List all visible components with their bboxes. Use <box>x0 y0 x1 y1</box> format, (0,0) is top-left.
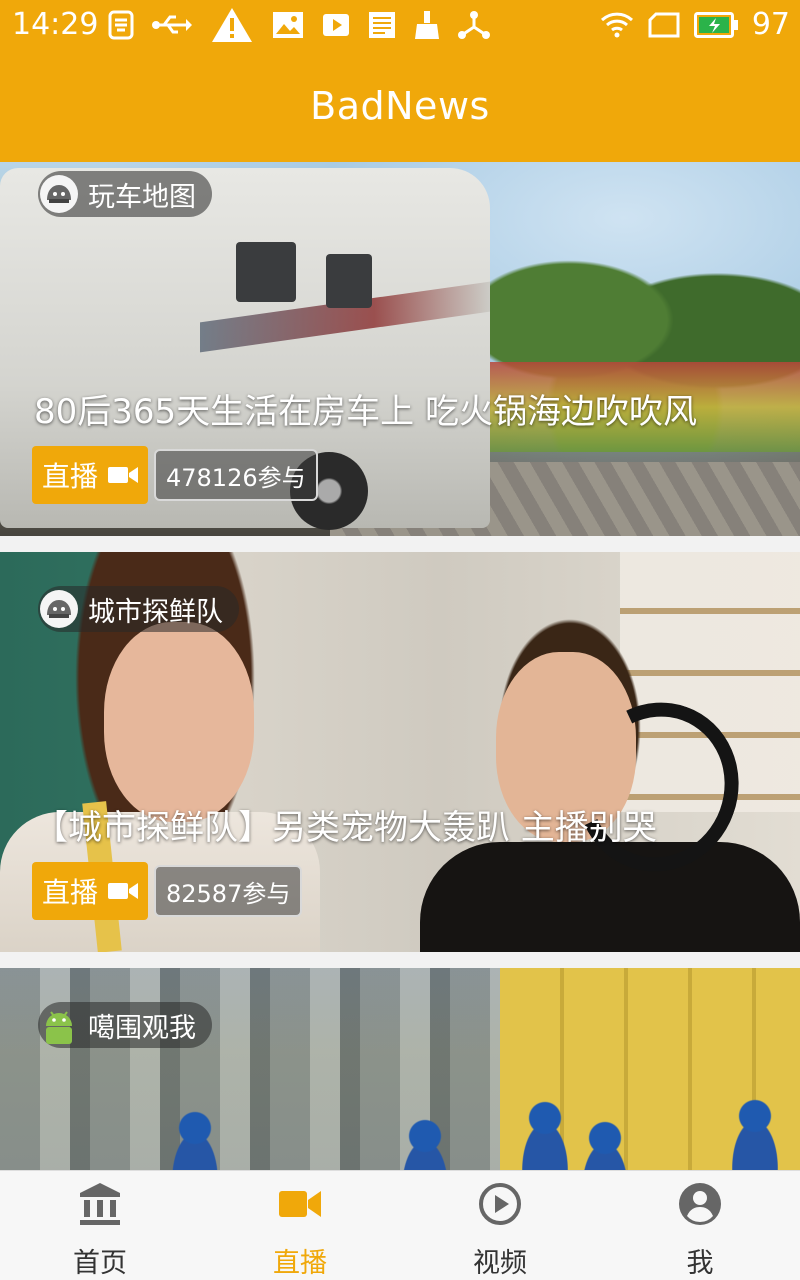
play-circle-icon <box>478 1181 522 1227</box>
wifi-icon <box>600 12 633 38</box>
battery-icon <box>693 12 738 38</box>
bottom-tab-bar: 首页 直播 视频 我 <box>0 1170 800 1280</box>
card-title: 80后365天生活在房车上 吃火锅海边吹吹风 <box>34 392 697 432</box>
tab-label: 直播 <box>273 1248 327 1279</box>
channel-name: 噶围观我 <box>88 1012 196 1044</box>
app-icon <box>108 10 134 40</box>
app-title: BadNews <box>310 84 490 128</box>
tab-live[interactable]: 直播 <box>200 1171 400 1280</box>
notification-icons <box>108 8 490 42</box>
participant-count: 82587参与 <box>154 865 303 917</box>
channel-tag[interactable]: 噶围观我 <box>38 1002 212 1048</box>
tab-label: 视频 <box>473 1248 527 1279</box>
card-title: 【城市探鲜队】另类宠物大轰趴 主播别哭 <box>34 808 657 848</box>
channel-avatar <box>38 173 80 215</box>
image-icon <box>273 12 303 38</box>
video-camera-icon <box>279 1181 321 1227</box>
android-avatar <box>38 1004 80 1046</box>
channel-name: 城市探鲜队 <box>88 596 223 628</box>
battery-level: 97 <box>751 7 790 42</box>
status-bar: 14:29 97 <box>0 0 800 50</box>
tab-me[interactable]: 我 <box>600 1171 800 1280</box>
live-button[interactable]: 直播 <box>32 446 148 504</box>
live-card[interactable]: 噶围观我 <box>0 968 800 1170</box>
channel-avatar <box>38 588 80 630</box>
live-feed[interactable]: 玩车地图 80后365天生活在房车上 吃火锅海边吹吹风 直播 478126参与 … <box>0 162 800 1170</box>
live-card[interactable]: 城市探鲜队 【城市探鲜队】另类宠物大轰趴 主播别哭 直播 82587参与 <box>0 552 800 952</box>
app-bar: BadNews <box>0 50 800 162</box>
share-icon <box>458 11 490 39</box>
channel-tag[interactable]: 城市探鲜队 <box>38 586 239 632</box>
sim-icon <box>648 12 680 38</box>
live-label: 直播 <box>41 460 98 493</box>
video-play-icon <box>323 14 349 36</box>
bank-icon <box>78 1181 122 1227</box>
cleaner-icon <box>415 11 439 39</box>
channel-name: 玩车地图 <box>88 181 196 213</box>
video-camera-icon <box>108 883 138 899</box>
status-time: 14:29 <box>12 7 99 42</box>
tab-video[interactable]: 视频 <box>400 1171 600 1280</box>
usb-icon <box>152 15 192 34</box>
system-icons: 97 <box>600 8 790 42</box>
tab-home[interactable]: 首页 <box>0 1171 200 1280</box>
tab-label: 我 <box>686 1248 714 1279</box>
participant-count: 478126参与 <box>154 449 318 501</box>
video-camera-icon <box>108 467 138 483</box>
tab-label: 首页 <box>73 1248 127 1279</box>
account-icon <box>678 1181 722 1227</box>
live-card[interactable]: 玩车地图 80后365天生活在房车上 吃火锅海边吹吹风 直播 478126参与 <box>0 162 800 536</box>
news-icon <box>369 12 395 38</box>
channel-tag[interactable]: 玩车地图 <box>38 171 212 217</box>
live-label: 直播 <box>41 876 98 909</box>
card-cover-image <box>0 968 800 1170</box>
warning-icon <box>212 8 252 42</box>
live-button[interactable]: 直播 <box>32 862 148 920</box>
